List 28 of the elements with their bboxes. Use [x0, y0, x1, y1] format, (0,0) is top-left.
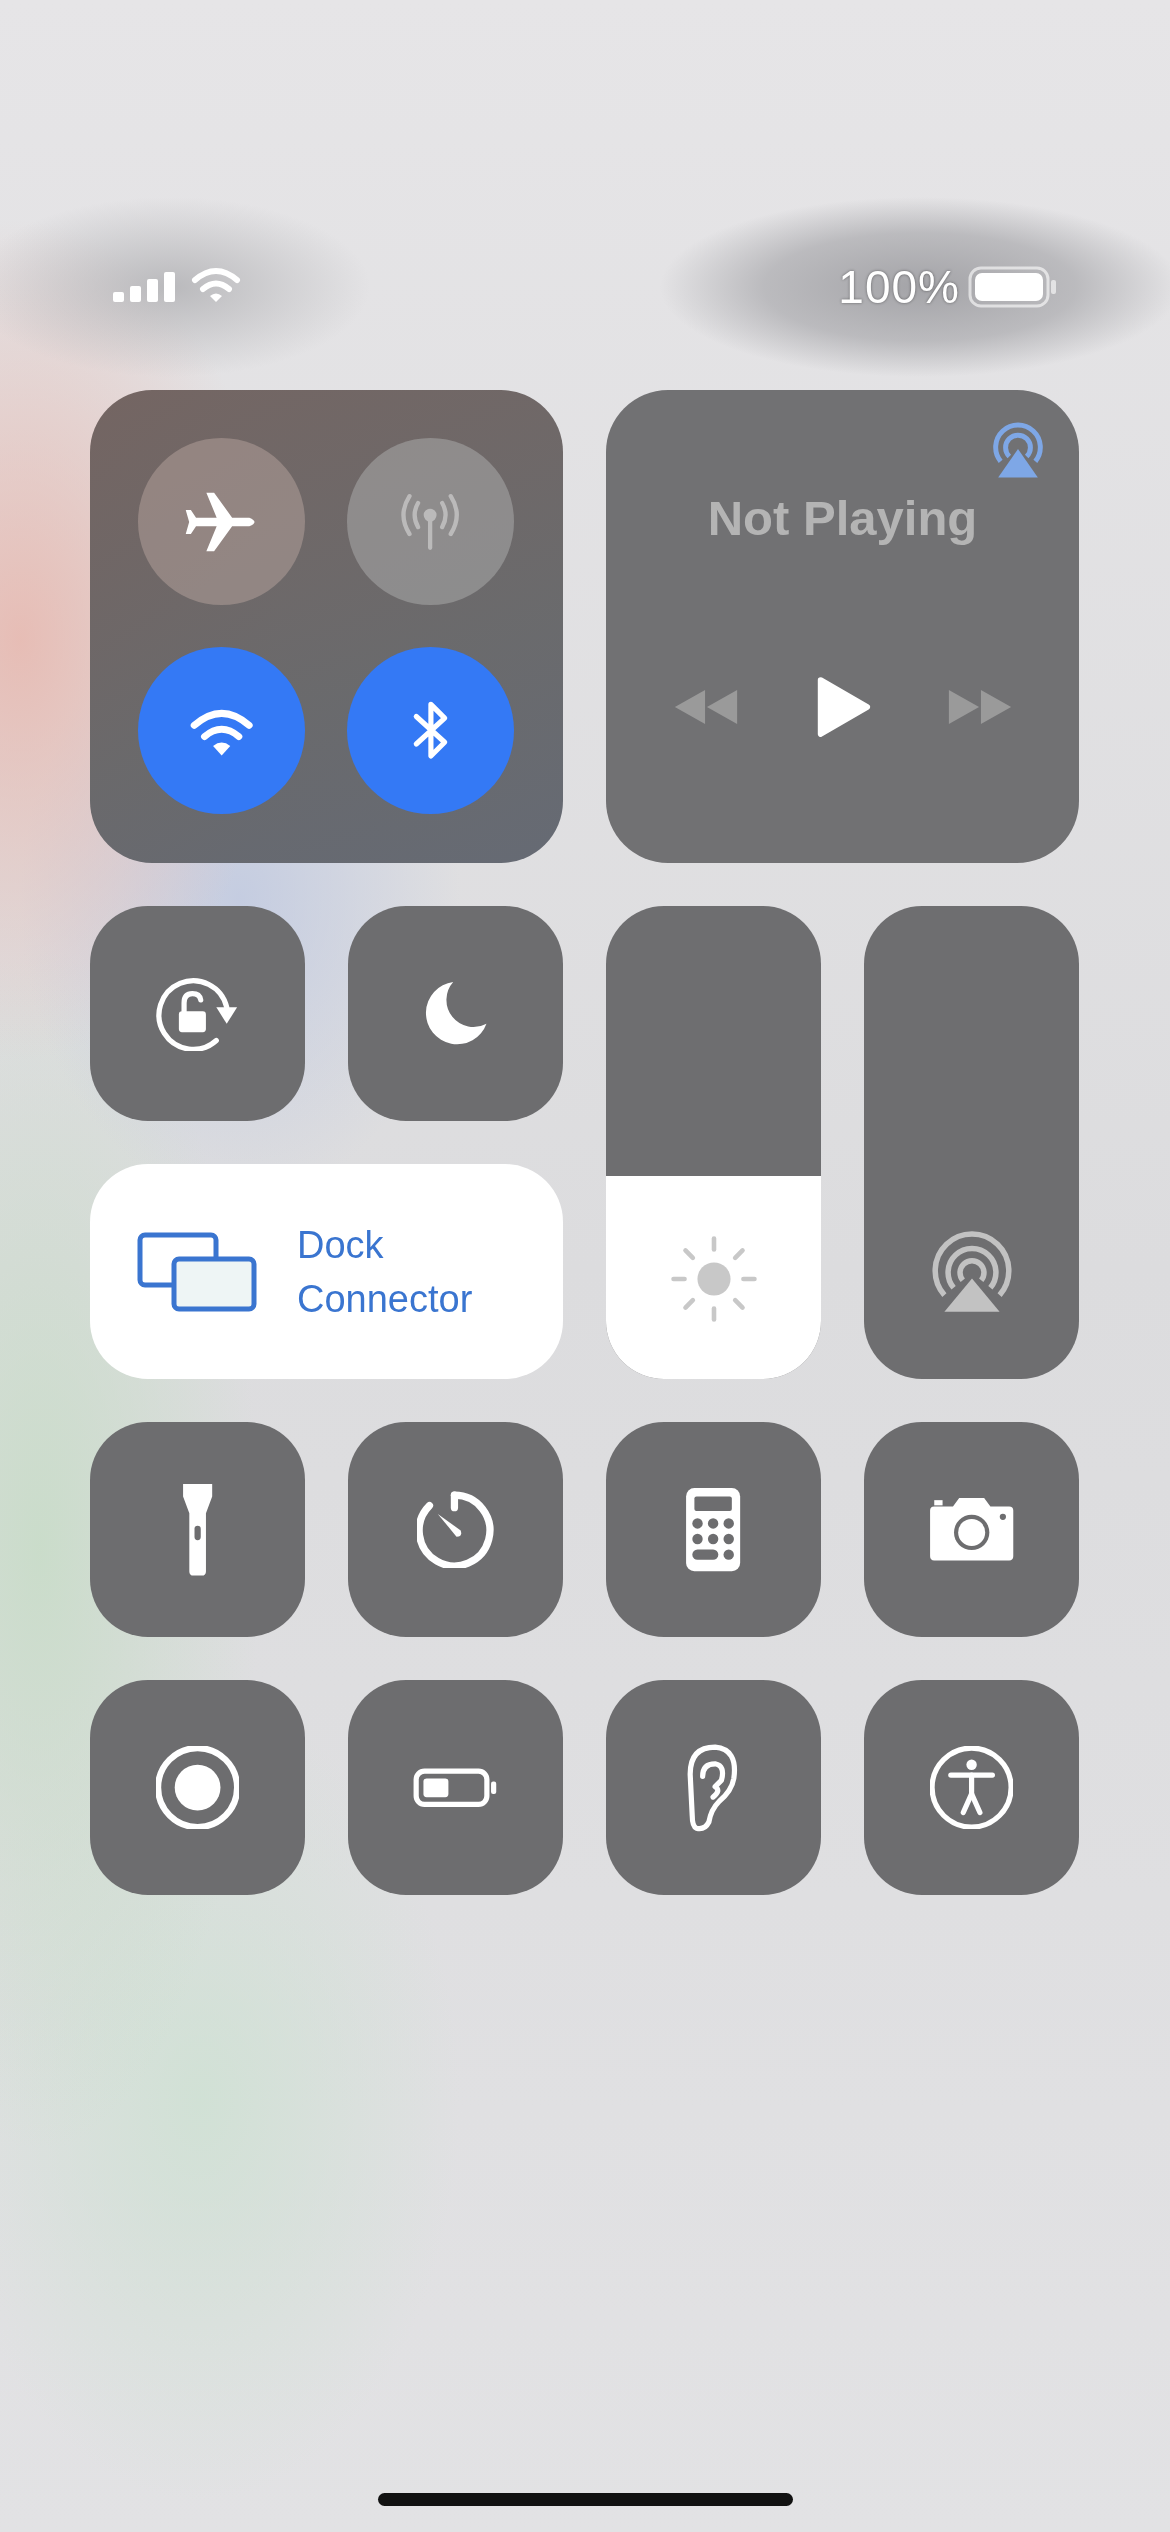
record-icon — [155, 1745, 240, 1830]
screens-icon — [137, 1231, 257, 1312]
hearing-button[interactable] — [606, 1680, 821, 1895]
battery-icon — [968, 266, 1058, 308]
low-power-button[interactable] — [348, 1680, 563, 1895]
accessibility-button[interactable] — [864, 1680, 1079, 1895]
camera-button[interactable] — [864, 1422, 1079, 1637]
bluetooth-icon — [411, 701, 450, 760]
screen-record-button[interactable] — [90, 1680, 305, 1895]
timer-icon — [417, 1491, 494, 1568]
flashlight-icon — [180, 1481, 215, 1578]
battery-percentage: 100% — [838, 260, 960, 314]
screen-mirroring-button[interactable]: Dock Connector — [90, 1164, 563, 1379]
brightness-slider[interactable] — [606, 906, 821, 1379]
rotation-lock-icon — [155, 976, 240, 1051]
calculator-icon — [684, 1485, 743, 1574]
wifi-icon — [191, 266, 241, 302]
timer-button[interactable] — [348, 1422, 563, 1637]
now-playing-title: Not Playing — [707, 490, 978, 546]
volume-slider[interactable] — [864, 906, 1079, 1379]
rotation-lock-toggle[interactable] — [90, 906, 305, 1121]
sun-icon — [668, 1233, 760, 1325]
moon-toggle[interactable] — [348, 906, 563, 1121]
accessibility-icon — [929, 1745, 1014, 1830]
signal-icon — [113, 272, 175, 302]
flashlight-button[interactable] — [90, 1422, 305, 1637]
calculator-button[interactable] — [606, 1422, 821, 1637]
camera-icon — [927, 1496, 1016, 1563]
